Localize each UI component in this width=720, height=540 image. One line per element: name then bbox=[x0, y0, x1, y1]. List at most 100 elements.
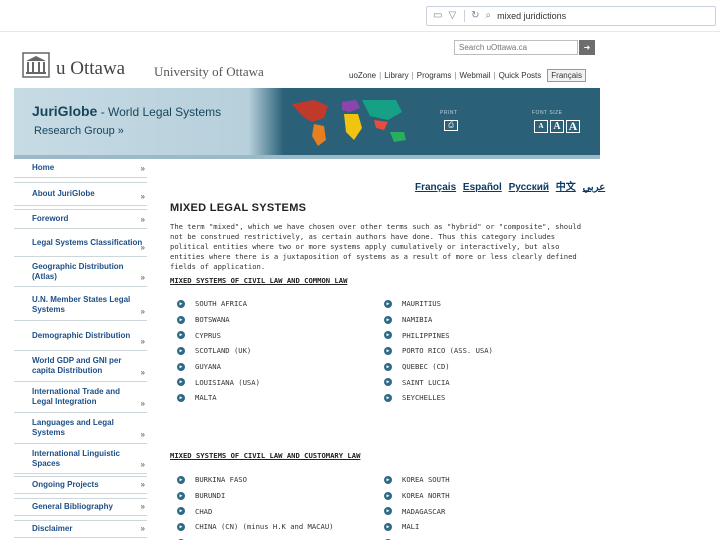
sidebar-item-un-member-states[interactable]: U.N. Member States Legal Systems » bbox=[14, 289, 147, 321]
font-large-button[interactable]: A bbox=[566, 120, 580, 133]
country-list-item[interactable]: ▶ SAINT LUCIA bbox=[384, 374, 591, 390]
search-submit-button[interactable]: ➜ bbox=[579, 40, 595, 55]
sidebar-item-classification[interactable]: Legal Systems Classification» bbox=[14, 229, 147, 257]
country-list-item[interactable]: ▶ GUYANA bbox=[177, 359, 384, 375]
country-name: GUYANA bbox=[195, 362, 221, 372]
sidebar-item-label: Ongoing Projects bbox=[32, 480, 99, 489]
sidebar-item-label: World GDP and GNI per capita Distributio… bbox=[32, 356, 122, 375]
country-name: CHINA (CN) (minus H.K and MACAU) bbox=[195, 522, 334, 532]
country-list-item[interactable]: ▶ MALI bbox=[384, 519, 591, 535]
country-name: SOUTH AFRICA bbox=[195, 299, 247, 309]
lang-link-arabic[interactable]: عربي bbox=[583, 182, 606, 193]
university-name: University of Ottawa bbox=[154, 64, 264, 79]
bullet-arrow-icon: ▶ bbox=[384, 491, 392, 500]
browser-toolbar: ▭ ▽ ↻ ⌕ bbox=[0, 0, 720, 32]
bullet-arrow-icon: ▶ bbox=[384, 299, 392, 308]
nav-library[interactable]: Library bbox=[381, 71, 411, 80]
banner-title[interactable]: JuriGlobe - World Legal Systems bbox=[32, 103, 221, 119]
country-list-item[interactable]: ▶ MAURITIUS bbox=[384, 296, 591, 312]
sidebar-item-disclaimer[interactable]: Disclaimer » bbox=[14, 520, 147, 538]
country-list-item[interactable]: ▶ NAMIBIA bbox=[384, 312, 591, 328]
language-links: Français Español Русский 中文 عربي bbox=[415, 178, 609, 193]
site-search-input[interactable] bbox=[454, 40, 578, 55]
country-name: PORTO RICO (ASS. USA) bbox=[402, 346, 493, 356]
university-building-icon[interactable] bbox=[22, 52, 50, 78]
bullet-arrow-icon: ▶ bbox=[177, 507, 185, 516]
country-name: MAURITIUS bbox=[402, 299, 441, 309]
chevron-right-icon: » bbox=[140, 399, 145, 408]
lang-link-french[interactable]: Français bbox=[415, 182, 456, 193]
country-list-item[interactable]: ▶ MADAGASCAR bbox=[384, 503, 591, 519]
chevron-right-icon: » bbox=[140, 430, 145, 439]
country-list-item[interactable]: ▶ QUEBEC (CD) bbox=[384, 359, 591, 375]
reload-icon[interactable]: ↻ bbox=[471, 11, 479, 21]
chevron-right-icon: » bbox=[140, 273, 145, 282]
reader-view-icon[interactable]: ▭ bbox=[433, 11, 442, 21]
lang-link-chinese[interactable]: 中文 bbox=[556, 182, 576, 193]
sidebar-item-atlas[interactable]: Geographic Distribution (Atlas) » bbox=[14, 257, 147, 287]
country-list-item[interactable]: ▶ PHILIPPINES bbox=[384, 327, 591, 343]
bullet-arrow-icon: ▶ bbox=[384, 393, 392, 402]
uottawa-wordmark[interactable]: u Ottawa bbox=[56, 58, 125, 80]
url-input[interactable] bbox=[497, 11, 698, 21]
sidebar-item-foreword[interactable]: Foreword » bbox=[14, 209, 147, 229]
sidebar-item-linguistic-spaces[interactable]: International Linguistic Spaces » bbox=[14, 444, 147, 474]
country-list-item[interactable]: ▶ LOUISIANA (USA) bbox=[177, 374, 384, 390]
page: u Ottawa University of Ottawa ➜ uoZone| … bbox=[12, 32, 605, 540]
sidebar-item-languages[interactable]: Languages and Legal Systems » bbox=[14, 413, 147, 444]
country-name: NAMIBIA bbox=[402, 315, 433, 325]
sidebar-item-gdp[interactable]: World GDP and GNI per capita Distributio… bbox=[14, 351, 147, 382]
chevron-right-icon: » bbox=[140, 502, 145, 511]
sidebar-item-demographic[interactable]: Demographic Distribution » bbox=[14, 321, 147, 351]
address-bar[interactable]: ▭ ▽ ↻ ⌕ bbox=[426, 6, 716, 26]
nav-webmail[interactable]: Webmail bbox=[457, 71, 494, 80]
country-list-item[interactable]: ▶ CHAD bbox=[177, 503, 384, 519]
country-name: SAINT LUCIA bbox=[402, 377, 450, 387]
country-list-item[interactable]: ▶ KOREA SOUTH bbox=[384, 472, 591, 488]
nav-uozone[interactable]: uoZone bbox=[346, 71, 379, 80]
country-list-item[interactable]: ▶ MALTA bbox=[177, 390, 384, 406]
nav-quick-posts[interactable]: Quick Posts bbox=[496, 71, 545, 80]
country-list-item[interactable]: ▶ BURUNDI bbox=[177, 488, 384, 504]
sidebar-item-label: General Bibliography bbox=[32, 502, 113, 511]
country-list-item[interactable]: ▶MONGOLIA bbox=[384, 535, 591, 540]
font-medium-button[interactable]: A bbox=[550, 120, 564, 133]
country-list-item[interactable]: ▶ CHINA (CN) (minus H.K and MACAU) bbox=[177, 519, 384, 535]
country-list-item[interactable]: ▶ PORTO RICO (ASS. USA) bbox=[384, 343, 591, 359]
chevron-right-icon: » bbox=[140, 192, 145, 201]
sidebar-item-label: Disclaimer bbox=[32, 524, 73, 533]
chevron-right-icon: » bbox=[140, 243, 145, 252]
sidebar-item-about[interactable]: About JuriGlobe » bbox=[14, 182, 147, 206]
sidebar-item-label: International Trade and Legal Integratio… bbox=[32, 387, 121, 406]
country-name: MALTA bbox=[195, 393, 217, 403]
bullet-arrow-icon: ▶ bbox=[384, 315, 392, 324]
nav-programs[interactable]: Programs bbox=[414, 71, 455, 80]
juriglobe-banner: JuriGlobe - World Legal Systems Research… bbox=[14, 88, 600, 155]
section-title-civil-customary: MIXED SYSTEMS OF CIVIL LAW AND CUSTOMARY… bbox=[170, 451, 361, 460]
country-list-item[interactable]: ▶CONGO bbox=[177, 535, 384, 540]
banner-subtitle[interactable]: Research Group » bbox=[34, 125, 124, 137]
country-name: PHILIPPINES bbox=[402, 330, 450, 340]
country-list-item[interactable]: ▶ SCOTLAND (UK) bbox=[177, 343, 384, 359]
country-list-item[interactable]: ▶ KOREA NORTH bbox=[384, 488, 591, 504]
chevron-down-icon[interactable]: ▽ bbox=[448, 11, 456, 21]
banner-title-rest: - World Legal Systems bbox=[97, 105, 222, 119]
language-toggle-button[interactable]: Français bbox=[547, 69, 586, 82]
sidebar-item-label: Foreword bbox=[32, 214, 69, 223]
sidebar-item-ongoing-projects[interactable]: Ongoing Projects » bbox=[14, 476, 147, 494]
sidebar-item-bibliography[interactable]: General Bibliography » bbox=[14, 498, 147, 516]
country-list-item[interactable]: ▶ BOTSWANA bbox=[177, 312, 384, 328]
country-list-item[interactable]: ▶ CYPRUS bbox=[177, 327, 384, 343]
sidebar-item-trade[interactable]: International Trade and Legal Integratio… bbox=[14, 382, 147, 413]
printer-icon[interactable]: ⎙ bbox=[444, 120, 458, 131]
bullet-arrow-icon: ▶ bbox=[177, 393, 185, 402]
lang-link-russian[interactable]: Русский bbox=[509, 182, 549, 193]
search-icon: ⌕ bbox=[485, 10, 492, 21]
lang-link-spanish[interactable]: Español bbox=[463, 182, 502, 193]
font-small-button[interactable]: A bbox=[534, 120, 548, 133]
country-list-item[interactable]: ▶ SEYCHELLES bbox=[384, 390, 591, 406]
sidebar-item-home[interactable]: Home » bbox=[14, 159, 147, 178]
intro-paragraph: The term "mixed", which we have chosen o… bbox=[170, 222, 582, 271]
country-list-item[interactable]: ▶ BURKINA FASO bbox=[177, 472, 384, 488]
country-list-item[interactable]: ▶ SOUTH AFRICA bbox=[177, 296, 384, 312]
